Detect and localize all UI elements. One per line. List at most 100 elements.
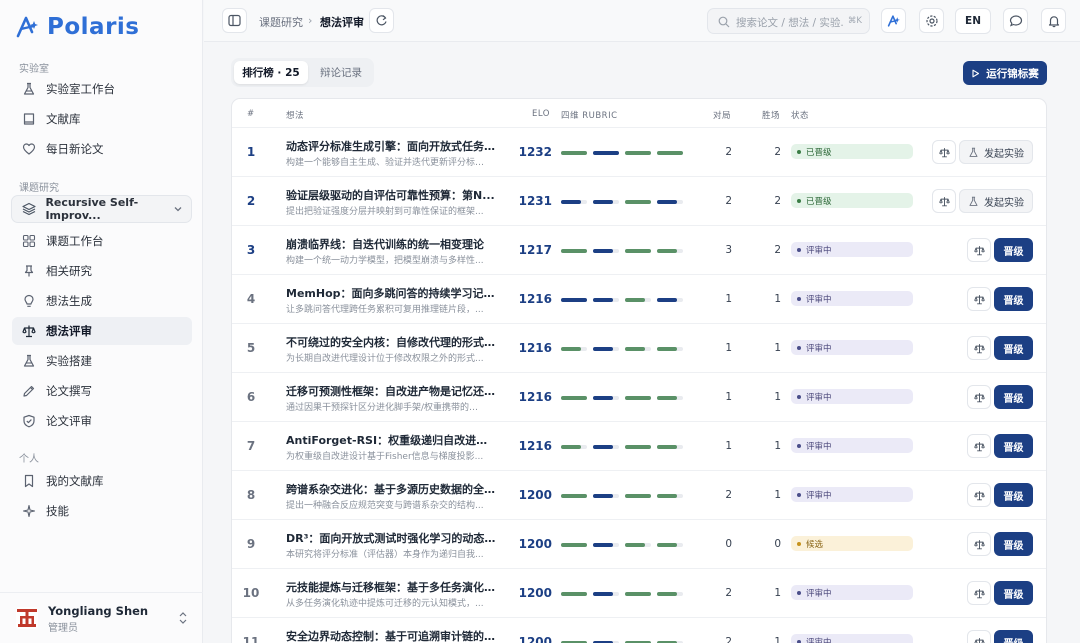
table-row[interactable]: 10 元技能提炼与迁移框架：基于多任务演化... 从多任务演化轨迹中提炼可迁移的元认…: [232, 568, 1046, 617]
settings-button[interactable]: [919, 8, 944, 33]
bell-icon: [1048, 15, 1059, 27]
review-button[interactable]: [967, 434, 991, 458]
matches-count: 1: [725, 391, 732, 403]
assistant-button[interactable]: [881, 8, 906, 33]
sidebar-item-personal-1[interactable]: 我的文献库: [12, 467, 192, 495]
idea-title[interactable]: 验证层级驱动的自评估可靠性预算：第N...: [286, 187, 496, 203]
promote-button[interactable]: 晋级: [994, 532, 1033, 556]
leaderboard-table: # 想法 ELO 四维 RUBRIC 对局 胜场 状态 1 动态评分标准生成引擎：…: [231, 98, 1047, 643]
sidebar-item-lab-3[interactable]: 每日新论文: [12, 135, 192, 163]
chevron-updown-icon[interactable]: [178, 611, 188, 625]
review-button[interactable]: [967, 238, 991, 262]
table-row[interactable]: 11 安全边界动态控制：基于可追溯审计链的... 1200 2 1 评审中 晋级: [232, 617, 1046, 643]
promote-button[interactable]: 晋级: [994, 434, 1033, 458]
idea-title[interactable]: MemHop：面向多跳问答的持续学习记...: [286, 285, 496, 301]
idea-title[interactable]: 不可绕过的安全内核：自修改代理的形式...: [286, 334, 496, 350]
review-button[interactable]: [932, 140, 956, 164]
idea-title[interactable]: 崩溃临界线：自迭代训练的统一相变理论: [286, 236, 496, 252]
sidebar-item-research-4[interactable]: 想法评审: [12, 317, 192, 345]
elo-score: 1200: [518, 537, 552, 551]
status-badge: 评审中: [791, 585, 913, 600]
tab-leaderboard[interactable]: 排行榜 · 25: [234, 61, 308, 84]
rubric-bar-3: [625, 298, 645, 302]
promote-button[interactable]: 晋级: [994, 581, 1033, 605]
table-row[interactable]: 9 DR³：面向开放式测试时强化学习的动态... 本研究将评分标准（评估器）本身作为…: [232, 519, 1046, 568]
tab-debate-log[interactable]: 辩论记录: [311, 61, 371, 84]
review-button[interactable]: [967, 385, 991, 409]
run-tournament-button[interactable]: 运行锦标赛: [963, 61, 1047, 85]
project-selector[interactable]: Recursive Self-Improv...: [11, 195, 192, 223]
sidebar-item-personal-2[interactable]: 技能: [12, 497, 192, 525]
idea-title[interactable]: 跨谱系杂交进化：基于多源历史数据的全...: [286, 481, 496, 497]
matches-count: 2: [725, 195, 732, 207]
promote-button[interactable]: 晋级: [994, 630, 1033, 643]
chat-button[interactable]: [1003, 8, 1028, 33]
rank: 4: [246, 292, 256, 306]
sidebar-item-research-3[interactable]: 想法生成: [12, 287, 192, 315]
idea-title[interactable]: 迁移可预测性框架：自改进产物是记忆还...: [286, 383, 496, 399]
idea-title[interactable]: DR³：面向开放式测试时强化学习的动态...: [286, 530, 496, 546]
table-row[interactable]: 6 迁移可预测性框架：自改进产物是记忆还... 通过因果干预探针区分进化脚手架/权重…: [232, 372, 1046, 421]
idea-title[interactable]: 元技能提炼与迁移框架：基于多任务演化...: [286, 579, 496, 595]
sidebar-item-label: 实验室工作台: [46, 82, 115, 96]
refresh-button[interactable]: [369, 8, 394, 33]
idea-title[interactable]: AntiForget-RSI：权重级递归自改进的正...: [286, 432, 496, 448]
sidebar-item-research-7[interactable]: 论文评审: [12, 407, 192, 435]
promote-button[interactable]: 晋级: [994, 385, 1033, 409]
sidebar-item-research-6[interactable]: 论文撰写: [12, 377, 192, 405]
idea-title[interactable]: 安全边界动态控制：基于可追溯审计链的...: [286, 628, 496, 643]
table-row[interactable]: 7 AntiForget-RSI：权重级递归自改进的正... 为权重级自改进设计基于…: [232, 421, 1046, 470]
review-button[interactable]: [967, 287, 991, 311]
notifications-button[interactable]: [1041, 8, 1066, 33]
section-label-research: 课题研究: [19, 183, 59, 194]
sidebar-item-label: 论文撰写: [46, 384, 92, 398]
rubric-bar-4: [657, 151, 683, 155]
table-row[interactable]: 5 不可绕过的安全内核：自修改代理的形式... 为长期自改进代理设计位于修改权限之外…: [232, 323, 1046, 372]
launch-experiment-button[interactable]: 发起实验: [959, 140, 1033, 164]
sidebar-item-research-5[interactable]: 实验搭建: [12, 347, 192, 375]
layers-icon: [12, 202, 45, 216]
breadcrumb-parent[interactable]: 课题研究: [259, 14, 303, 30]
review-button[interactable]: [967, 581, 991, 605]
sidebar-item-label: 相关研究: [46, 264, 92, 278]
header-wins: 胜场: [762, 111, 781, 121]
promote-button[interactable]: 晋级: [994, 238, 1033, 262]
status-badge: 评审中: [791, 340, 913, 355]
wins-count: 1: [774, 391, 781, 403]
promote-button[interactable]: 晋级: [994, 287, 1033, 311]
table-row[interactable]: 1 动态评分标准生成引擎：面向开放式任务... 构建一个能够自主生成、验证并迭代更新…: [232, 127, 1046, 176]
sidebar-item-research-1[interactable]: 课题工作台: [12, 227, 192, 255]
idea-summary: 为权重级自改进设计基于Fisher信息与梯度投影...: [286, 452, 484, 462]
rubric-bars: [561, 445, 686, 449]
scale-icon: [973, 441, 985, 452]
matches-count: 1: [725, 440, 732, 452]
promote-button[interactable]: 晋级: [994, 483, 1033, 507]
elo-score: 1216: [518, 341, 552, 355]
table-row[interactable]: 3 崩溃临界线：自迭代训练的统一相变理论 构建一个统一动力学模型，把模型崩溃与多样性…: [232, 225, 1046, 274]
search-input[interactable]: 搜索论文 / 想法 / 实验... ⌘K: [707, 8, 870, 34]
language-toggle[interactable]: EN: [955, 8, 991, 34]
sidebar: Polaris 实验室 实验室工作台 文献库 每日新论文 课题研究 Recursiv…: [0, 0, 203, 643]
idea-title[interactable]: 动态评分标准生成引擎：面向开放式任务...: [286, 138, 496, 154]
table-row[interactable]: 8 跨谱系杂交进化：基于多源历史数据的全... 提出一种融合反应规范突变与跨谱系杂交…: [232, 470, 1046, 519]
review-button[interactable]: [967, 532, 991, 556]
rubric-bar-4: [657, 543, 677, 547]
table-row[interactable]: 2 验证层级驱动的自评估可靠性预算：第N... 提出把验证强度分层并映射到可靠性保证…: [232, 176, 1046, 225]
idea-summary: 提出把验证强度分层并映射到可靠性保证的框架...: [286, 207, 484, 217]
review-button[interactable]: [932, 189, 956, 213]
sidebar-item-lab-2[interactable]: 文献库: [12, 105, 192, 133]
status-dot-icon: [797, 247, 801, 252]
review-button[interactable]: [967, 336, 991, 360]
review-button[interactable]: [967, 483, 991, 507]
table-row[interactable]: 4 MemHop：面向多跳问答的持续学习记... 让多跳问答代理跨任务累积可复用推理…: [232, 274, 1046, 323]
sidebar-item-lab-1[interactable]: 实验室工作台: [12, 75, 192, 103]
sidebar-item-research-2[interactable]: 相关研究: [12, 257, 192, 285]
promote-button[interactable]: 晋级: [994, 336, 1033, 360]
sidebar-toggle-button[interactable]: [222, 8, 247, 33]
logo[interactable]: Polaris: [15, 14, 139, 40]
review-button[interactable]: [967, 630, 991, 643]
matches-count: 2: [725, 587, 732, 599]
user-profile[interactable]: Yongliang Shen 管理员: [0, 592, 203, 643]
wins-count: 0: [774, 538, 781, 550]
launch-experiment-button[interactable]: 发起实验: [959, 189, 1033, 213]
